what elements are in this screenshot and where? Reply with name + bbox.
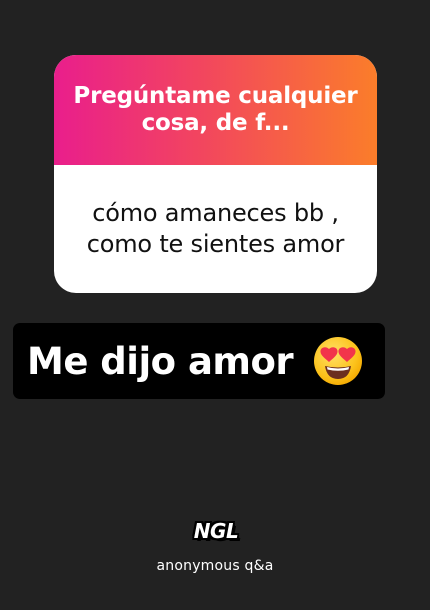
heart-eyes-icon [314, 337, 363, 385]
question-card[interactable]: Pregúntame cualquier cosa, de f... cómo … [54, 55, 377, 293]
question-answer: cómo amaneces bb , como te sientes amor [86, 199, 345, 258]
caption-text: Me dijo amor [27, 339, 294, 383]
answer-body: cómo amaneces bb , como te sientes amor [54, 165, 377, 293]
question-prompt: Pregúntame cualquier cosa, de f... [73, 83, 358, 136]
question-header: Pregúntame cualquier cosa, de f... [54, 55, 377, 165]
ngl-logo-text: NGL [193, 519, 239, 543]
caption-sticker[interactable]: Me dijo amor [13, 323, 385, 399]
anonymous-qa-label: anonymous q&a [156, 558, 274, 574]
ngl-logo: NGL [185, 516, 247, 546]
